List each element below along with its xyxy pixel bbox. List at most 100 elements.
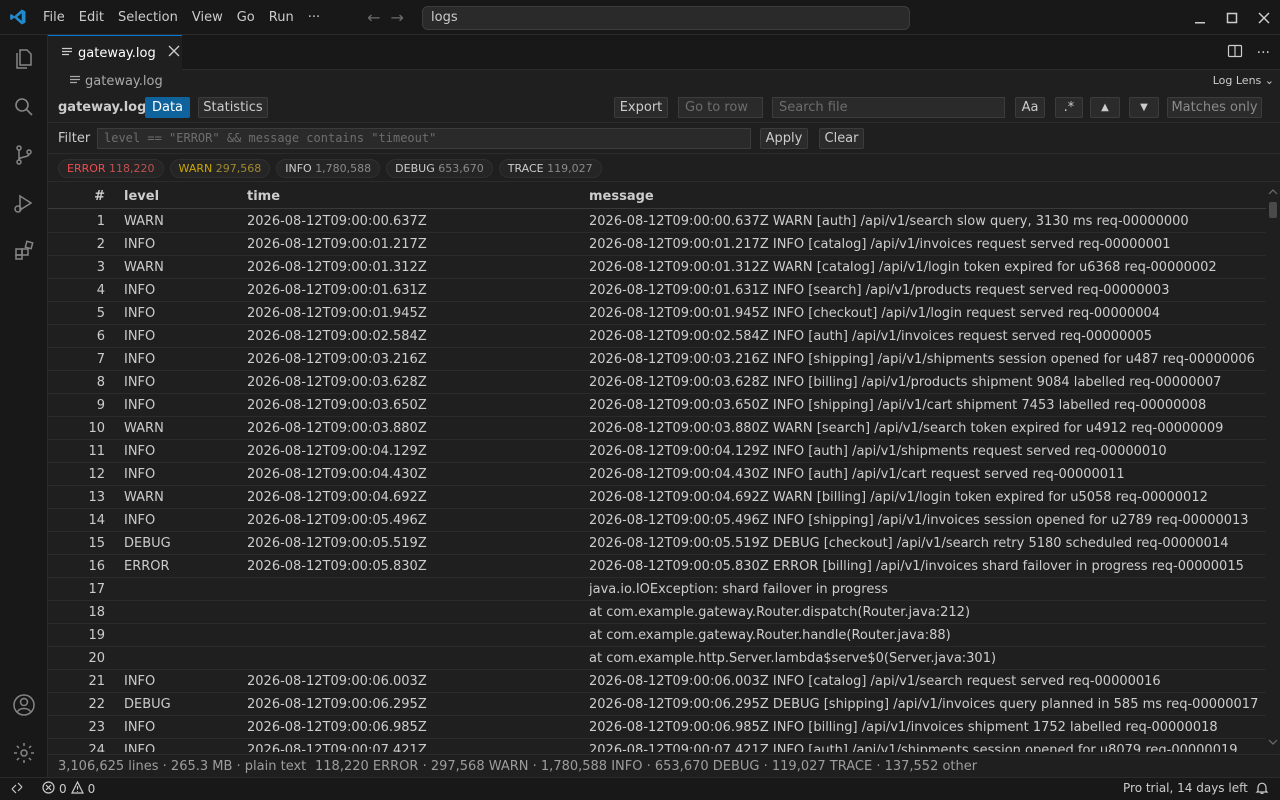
- column-header-number[interactable]: #: [48, 184, 105, 209]
- badge-warn[interactable]: WARN 297,568: [169, 158, 271, 178]
- log-lens-dropdown[interactable]: Log Lens ⌄: [1213, 70, 1274, 92]
- row-level: INFO: [124, 720, 156, 735]
- row-time: 2026-08-12T09:00:07.421Z: [247, 743, 427, 752]
- table-row[interactable]: 13 WARN 2026-08-12T09:00:04.692Z 2026-08-12…: [48, 486, 1266, 509]
- clear-filter-button[interactable]: Clear: [819, 128, 864, 149]
- account-icon[interactable]: [0, 681, 48, 729]
- row-message: 2026-08-12T09:00:06.295Z DEBUG [shipping…: [589, 697, 1259, 712]
- table-row[interactable]: 5 INFO 2026-08-12T09:00:01.945Z 2026-08-12T…: [48, 302, 1266, 325]
- warning-triangle-icon: [70, 780, 84, 797]
- column-header-message[interactable]: message: [589, 184, 654, 209]
- table-row[interactable]: 11 INFO 2026-08-12T09:00:04.129Z 2026-08-12…: [48, 440, 1266, 463]
- table-row[interactable]: 10 WARN 2026-08-12T09:00:03.880Z 2026-08-12…: [48, 417, 1266, 440]
- table-row[interactable]: 19 at com.example.gateway.Router.handle(R…: [48, 624, 1266, 647]
- row-message: 2026-08-12T09:00:05.496Z INFO [shipping]…: [589, 513, 1249, 528]
- table-row[interactable]: 2 INFO 2026-08-12T09:00:01.217Z 2026-08-12T…: [48, 233, 1266, 256]
- status-bar: 0 0 Pro trial, 14 days left: [0, 777, 1280, 800]
- close-window-icon[interactable]: [1248, 0, 1280, 35]
- remote-indicator-icon[interactable]: [10, 781, 24, 795]
- forward-arrow-icon[interactable]: →: [391, 8, 404, 27]
- badge-error[interactable]: ERROR 118,220: [58, 158, 164, 178]
- apply-filter-button[interactable]: Apply: [760, 128, 808, 149]
- badge-info[interactable]: INFO 1,780,588: [276, 158, 381, 178]
- table-row[interactable]: 20 at com.example.http.Server.lambda$serv…: [48, 647, 1266, 670]
- table-row[interactable]: 24 INFO 2026-08-12T09:00:07.421Z 2026-08-12…: [48, 739, 1266, 752]
- row-time: 2026-08-12T09:00:00.637Z: [247, 214, 427, 229]
- table-row[interactable]: 23 INFO 2026-08-12T09:00:06.985Z 2026-08-12…: [48, 716, 1266, 739]
- run-debug-icon[interactable]: [0, 179, 48, 227]
- menu-go[interactable]: Go: [230, 0, 262, 35]
- table-row[interactable]: 21 INFO 2026-08-12T09:00:06.003Z 2026-08-12…: [48, 670, 1266, 693]
- tab-gateway-log[interactable]: gateway.log: [48, 35, 182, 70]
- maximize-icon[interactable]: [1216, 0, 1248, 35]
- bell-icon[interactable]: [1255, 781, 1269, 795]
- row-message: 2026-08-12T09:00:06.003Z INFO [catalog] …: [589, 674, 1161, 689]
- scrollbar-thumb[interactable]: [1269, 202, 1277, 218]
- row-level: INFO: [124, 352, 156, 367]
- table-row[interactable]: 18 at com.example.gateway.Router.dispatch…: [48, 601, 1266, 624]
- trial-status[interactable]: Pro trial, 14 days left: [1123, 781, 1248, 795]
- back-arrow-icon[interactable]: ←: [367, 8, 380, 27]
- badge-debug[interactable]: DEBUG 653,670: [386, 158, 493, 178]
- command-center-input[interactable]: logs: [422, 6, 910, 30]
- previous-match-button[interactable]: ▲: [1090, 97, 1120, 118]
- history-nav: ← →: [367, 8, 404, 27]
- search-file-input[interactable]: Search file: [772, 97, 1005, 118]
- close-tab-icon[interactable]: [168, 45, 180, 61]
- table-row[interactable]: 1 WARN 2026-08-12T09:00:00.637Z 2026-08-12T…: [48, 210, 1266, 233]
- regex-button[interactable]: .*: [1055, 97, 1083, 118]
- next-match-button[interactable]: ▼: [1129, 97, 1159, 118]
- gear-icon[interactable]: [0, 729, 48, 777]
- menu-more[interactable]: ···: [301, 0, 327, 35]
- table-row[interactable]: 6 INFO 2026-08-12T09:00:02.584Z 2026-08-12T…: [48, 325, 1266, 348]
- match-case-button[interactable]: Aa: [1015, 97, 1045, 118]
- vertical-scrollbar[interactable]: [1266, 184, 1280, 752]
- goto-row-input[interactable]: Go to row: [678, 97, 763, 118]
- menu-selection[interactable]: Selection: [111, 0, 185, 35]
- activity-bar: [0, 35, 48, 777]
- row-time: 2026-08-12T09:00:06.295Z: [247, 697, 427, 712]
- table-row[interactable]: 17 java.io.IOException: shard failover in…: [48, 578, 1266, 601]
- menu-view[interactable]: View: [185, 0, 230, 35]
- row-level: DEBUG: [124, 697, 171, 712]
- table-row[interactable]: 12 INFO 2026-08-12T09:00:04.430Z 2026-08-12…: [48, 463, 1266, 486]
- table-row[interactable]: 9 INFO 2026-08-12T09:00:03.650Z 2026-08-12T…: [48, 394, 1266, 417]
- log-toolbar: gateway.log Data Statistics Export Go to…: [48, 93, 1280, 123]
- row-number: 3: [96, 260, 105, 275]
- minimize-icon[interactable]: [1184, 0, 1216, 35]
- table-row[interactable]: 14 INFO 2026-08-12T09:00:05.496Z 2026-08-12…: [48, 509, 1266, 532]
- matches-only-toggle[interactable]: Matches only: [1167, 97, 1262, 118]
- table-row[interactable]: 16 ERROR 2026-08-12T09:00:05.830Z 2026-08-1…: [48, 555, 1266, 578]
- table-row[interactable]: 3 WARN 2026-08-12T09:00:01.312Z 2026-08-12T…: [48, 256, 1266, 279]
- more-actions-icon[interactable]: ···: [1257, 45, 1270, 61]
- row-level: INFO: [124, 375, 156, 390]
- filter-expression-input[interactable]: level == "ERROR" && message contains "ti…: [97, 128, 751, 149]
- tab-data[interactable]: Data: [145, 97, 190, 118]
- row-message: 2026-08-12T09:00:05.830Z ERROR [billing]…: [589, 559, 1244, 574]
- export-button[interactable]: Export: [614, 97, 668, 118]
- row-time: 2026-08-12T09:00:02.584Z: [247, 329, 427, 344]
- search-icon[interactable]: [0, 83, 48, 131]
- explorer-icon[interactable]: [0, 35, 48, 83]
- table-row[interactable]: 8 INFO 2026-08-12T09:00:03.628Z 2026-08-12T…: [48, 371, 1266, 394]
- column-header-time[interactable]: time: [247, 184, 280, 209]
- table-row[interactable]: 15 DEBUG 2026-08-12T09:00:05.519Z 2026-08-1…: [48, 532, 1266, 555]
- menu-run[interactable]: Run: [262, 0, 301, 35]
- menu-edit[interactable]: Edit: [72, 0, 111, 35]
- badge-trace[interactable]: TRACE 119,027: [498, 158, 602, 178]
- table-row[interactable]: 22 DEBUG 2026-08-12T09:00:06.295Z 2026-08-1…: [48, 693, 1266, 716]
- file-lines-icon: [62, 46, 72, 61]
- error-circle-icon: [42, 781, 55, 797]
- extensions-icon[interactable]: [0, 227, 48, 275]
- table-row[interactable]: 4 INFO 2026-08-12T09:00:01.631Z 2026-08-12T…: [48, 279, 1266, 302]
- problems-indicator[interactable]: 0 0: [42, 780, 95, 797]
- filter-label: Filter: [58, 131, 91, 146]
- menu-file[interactable]: File: [36, 0, 72, 35]
- summary-file-info: 3,106,625 lines · 265.3 MB · plain text: [58, 759, 307, 774]
- split-editor-icon[interactable]: [1227, 43, 1243, 63]
- breadcrumb-file[interactable]: gateway.log: [85, 74, 163, 89]
- source-control-icon[interactable]: [0, 131, 48, 179]
- column-header-level[interactable]: level: [124, 184, 159, 209]
- tab-statistics[interactable]: Statistics: [198, 97, 268, 118]
- table-row[interactable]: 7 INFO 2026-08-12T09:00:03.216Z 2026-08-12T…: [48, 348, 1266, 371]
